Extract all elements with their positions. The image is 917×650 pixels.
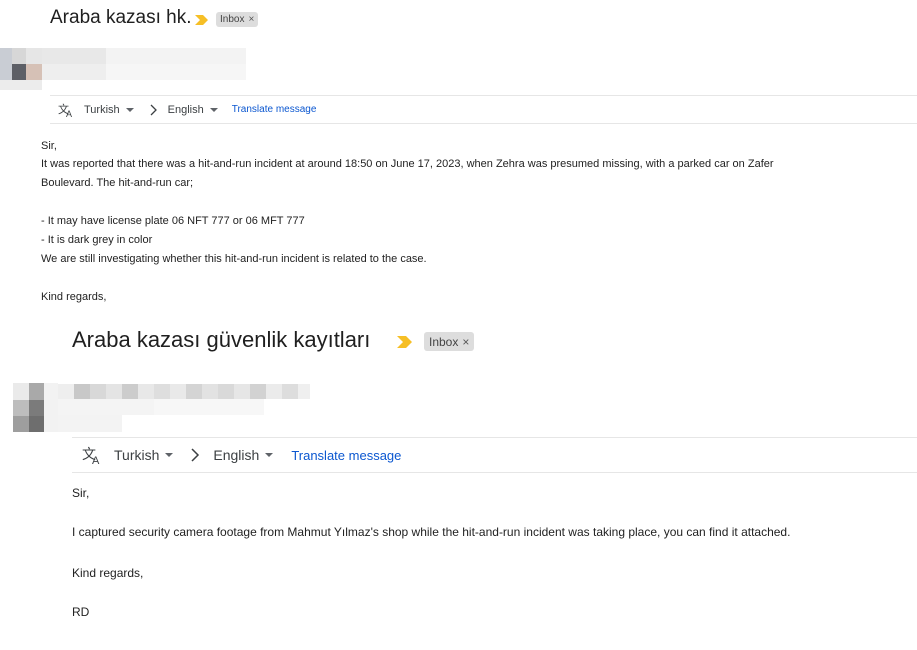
body-line: Boulevard. The hit-and-run car; xyxy=(41,177,194,189)
inbox-label-chip[interactable]: Inbox × xyxy=(424,332,475,351)
source-language-label: Turkish xyxy=(84,103,120,116)
translation-bar: 文 A Turkish English Translate message xyxy=(50,95,917,124)
body-closing: Kind regards, xyxy=(72,566,144,580)
chevron-right-icon xyxy=(191,448,200,462)
inbox-label-chip[interactable]: Inbox × xyxy=(216,12,259,27)
caret-down-icon xyxy=(209,107,218,112)
caret-down-icon xyxy=(165,453,174,457)
translate-message-link[interactable]: Translate message xyxy=(291,448,401,463)
svg-text:A: A xyxy=(66,109,72,118)
body-signature: RD xyxy=(72,605,90,619)
svg-text:A: A xyxy=(92,455,100,465)
body-greeting: Sir, xyxy=(41,140,57,152)
body-bullet: - It is dark grey in color xyxy=(41,234,153,246)
remove-label-icon[interactable]: × xyxy=(462,335,469,349)
caret-down-icon xyxy=(125,107,134,112)
body-line: It was reported that there was a hit-and… xyxy=(41,158,774,170)
target-language-label: English xyxy=(167,103,204,116)
chevron-right-icon xyxy=(150,104,157,115)
translate-icon: 文 A xyxy=(82,447,100,465)
target-language-label: English xyxy=(213,447,260,463)
importance-marker-icon[interactable] xyxy=(195,14,209,26)
source-language-dropdown[interactable]: Turkish xyxy=(84,104,134,116)
remove-label-icon[interactable]: × xyxy=(248,14,254,25)
body-line: I captured security camera footage from … xyxy=(72,525,791,539)
translation-bar: 文 A Turkish English Translate message xyxy=(72,437,917,473)
body-greeting: Sir, xyxy=(72,486,90,500)
body-line: We are still investigating whether this … xyxy=(41,253,427,265)
body-closing: Kind regards, xyxy=(41,291,107,303)
source-language-dropdown[interactable]: Turkish xyxy=(114,447,174,463)
importance-marker-icon[interactable] xyxy=(397,335,413,349)
label-text: Inbox xyxy=(429,334,459,349)
translate-icon: 文 A xyxy=(58,102,72,118)
caret-down-icon xyxy=(265,453,274,457)
email-subject: Araba kazası güvenlik kayıtları xyxy=(72,327,371,352)
target-language-dropdown[interactable]: English xyxy=(168,104,218,116)
email-subject: Araba kazası hk. xyxy=(50,7,192,28)
translate-message-link[interactable]: Translate message xyxy=(232,104,317,115)
source-language-label: Turkish xyxy=(114,447,160,463)
label-text: Inbox xyxy=(220,14,245,25)
body-bullet: - It may have license plate 06 NFT 777 o… xyxy=(41,215,305,227)
target-language-dropdown[interactable]: English xyxy=(213,447,274,463)
